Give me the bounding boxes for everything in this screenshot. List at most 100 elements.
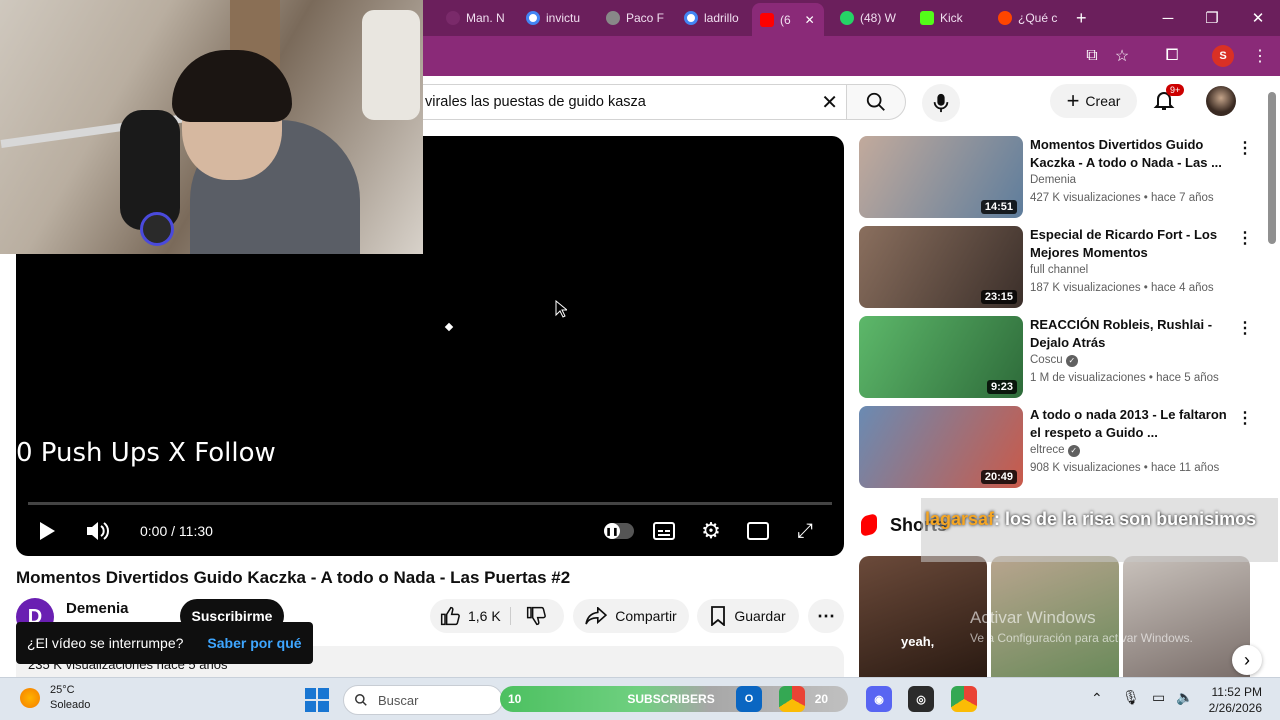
video-thumbnail[interactable]: 23:15 [859,226,1023,308]
browser-tab-3[interactable]: Paco F [598,5,678,31]
microphone-tray-icon[interactable]: 🎙 [1122,689,1140,706]
theater-mode-button[interactable] [746,520,770,542]
recommended-video[interactable]: 23:15 Especial de Ricardo Fort - Los Mej… [859,226,1279,310]
browser-tab-8[interactable]: ¿Qué c [990,5,1066,31]
weather-temp[interactable]: 25°C [50,684,75,696]
short-thumbnail[interactable] [1123,556,1250,677]
recommended-channel[interactable]: full channel [1030,264,1088,276]
recommended-channel[interactable]: Demenia [1030,174,1076,186]
subscriber-target: 20 [814,692,829,706]
recommended-meta: 187 K visualizaciones • hace 4 años [1030,282,1214,294]
whatsapp-icon [840,11,854,25]
browser-tab-1[interactable]: Man. N [438,5,518,31]
discord-icon[interactable]: ◉ [866,686,892,712]
chat-message: : los de la risa son buenisimos [994,509,1257,529]
chrome-icon[interactable] [779,686,805,712]
browser-tab-2[interactable]: invictu [518,5,598,31]
browser-menu-icon[interactable]: ⋮ [1248,44,1272,68]
volume-icon [87,522,109,540]
webcam-microphone [120,110,180,230]
more-vertical-icon[interactable]: ⋮ [1237,318,1253,338]
more-actions-button[interactable]: ⋯ [808,599,844,633]
youtube-icon [760,12,774,27]
volume-button[interactable] [84,519,110,543]
create-button[interactable]: + Crear [1050,84,1137,118]
video-thumbnail[interactable]: 14:51 [859,136,1023,218]
more-vertical-icon[interactable]: ⋮ [1237,408,1253,428]
play-button[interactable] [36,520,58,542]
clock-date[interactable]: 2/26/2026 [1200,701,1262,715]
maximize-icon[interactable]: ❐ [1190,0,1234,36]
account-avatar[interactable] [1206,86,1236,116]
video-thumbnail[interactable]: 20:49 [859,406,1023,488]
minimize-icon[interactable]: ─ [1146,0,1190,36]
toast-learn-more-link[interactable]: Saber por qué [207,635,301,651]
recommended-video[interactable]: 14:51 Momentos Divertidos Guido Kaczka -… [859,136,1279,220]
pause-icon: ❚❚ [604,523,620,539]
search-icon [355,694,367,706]
tab-favicon-icon [446,11,460,25]
thumbs-down-icon[interactable] [526,606,546,626]
save-button[interactable]: Guardar [697,599,799,633]
browser-tab-6[interactable]: (48) W [832,5,912,31]
chrome-active-icon[interactable] [951,686,977,712]
bookmark-star-icon[interactable]: ☆ [1110,44,1134,68]
share-button[interactable]: Compartir [573,599,689,633]
fullscreen-button[interactable]: ⤢ [793,520,817,542]
activation-watermark-title: Activar Windows [970,608,1096,627]
voice-search-button[interactable] [922,84,960,122]
shorts-next-button[interactable]: › [1232,645,1262,675]
stream-chat-overlay: lagarsaf: los de la risa son buenisimos [921,498,1278,562]
tray-expand-icon[interactable]: ⌃ [1091,690,1103,707]
recommended-channel[interactable]: Coscu ✓ [1030,354,1078,367]
windows-start-icon[interactable] [305,688,329,712]
more-vertical-icon[interactable]: ⋮ [1237,228,1253,248]
clock-time[interactable]: 11:52 PM [1204,685,1262,699]
outlook-icon[interactable]: O [736,686,762,712]
extensions-icon[interactable]: ⧠ [1160,44,1184,68]
install-app-icon[interactable]: ⧉ [1080,44,1104,68]
taskbar-search-box[interactable]: Buscar [343,685,503,715]
like-button[interactable]: 1,6 K [440,606,501,626]
page-scrollbar[interactable] [1268,92,1276,244]
video-thumbnail[interactable]: 9:23 [859,316,1023,398]
subtitles-icon [653,522,675,540]
loading-dot [444,322,454,332]
short-caption: yeah, [901,634,935,649]
close-tab-icon[interactable]: ✕ [805,13,815,27]
like-dislike-group: 1,6 K [430,599,564,633]
profile-avatar[interactable]: S [1212,45,1234,67]
recommended-title[interactable]: REACCIÓN Robleis, Rushlai - Dejalo Atrás [1030,316,1230,351]
recommended-channel[interactable]: eltrece ✓ [1030,444,1080,457]
network-icon[interactable]: ▭ [1152,689,1165,706]
settings-button[interactable]: ⚙ [699,518,723,543]
clear-search-icon[interactable]: ✕ [821,90,838,115]
mouse-cursor-icon [555,300,567,318]
progress-bar[interactable] [28,502,832,505]
obs-icon[interactable]: ◎ [908,686,934,712]
recommended-title[interactable]: Especial de Ricardo Fort - Los Mejores M… [1030,226,1230,261]
video-overlay-text: 0 Push Ups X Follow [16,438,276,468]
subtitles-button[interactable] [652,520,676,542]
search-input[interactable]: virales las puestas de guido kasza ✕ [380,84,846,120]
autoplay-toggle[interactable]: ❚❚ [604,523,634,539]
sun-icon [20,688,40,708]
speaker-icon[interactable]: 🔈 [1176,689,1193,706]
recommended-title[interactable]: A todo o nada 2013 - Le faltaron el resp… [1030,406,1230,441]
notifications-button[interactable]: 9+ [1152,84,1185,114]
channel-name[interactable]: Demenia [66,600,129,617]
browser-tab-youtube-active[interactable]: (6 ✕ [752,3,824,36]
browser-tab-4[interactable]: ladrillo [676,5,754,31]
recommended-title[interactable]: Momentos Divertidos Guido Kaczka - A tod… [1030,136,1230,171]
close-window-icon[interactable]: ✕ [1236,0,1280,36]
search-button[interactable] [846,84,906,120]
new-tab-button[interactable]: + [1068,5,1096,31]
recommended-video[interactable]: 20:49 A todo o nada 2013 - Le faltaron e… [859,406,1279,490]
toast-message: ¿El vídeo se interrumpe? [27,635,184,651]
time-display: 0:00 / 11:30 [140,523,213,539]
recommended-video[interactable]: 9:23 REACCIÓN Robleis, Rushlai - Dejalo … [859,316,1279,400]
short-thumbnail[interactable]: yeah, [859,556,987,677]
browser-tab-7[interactable]: Kick [912,5,988,31]
more-vertical-icon[interactable]: ⋮ [1237,138,1253,158]
weather-desc[interactable]: Soleado [50,699,90,711]
